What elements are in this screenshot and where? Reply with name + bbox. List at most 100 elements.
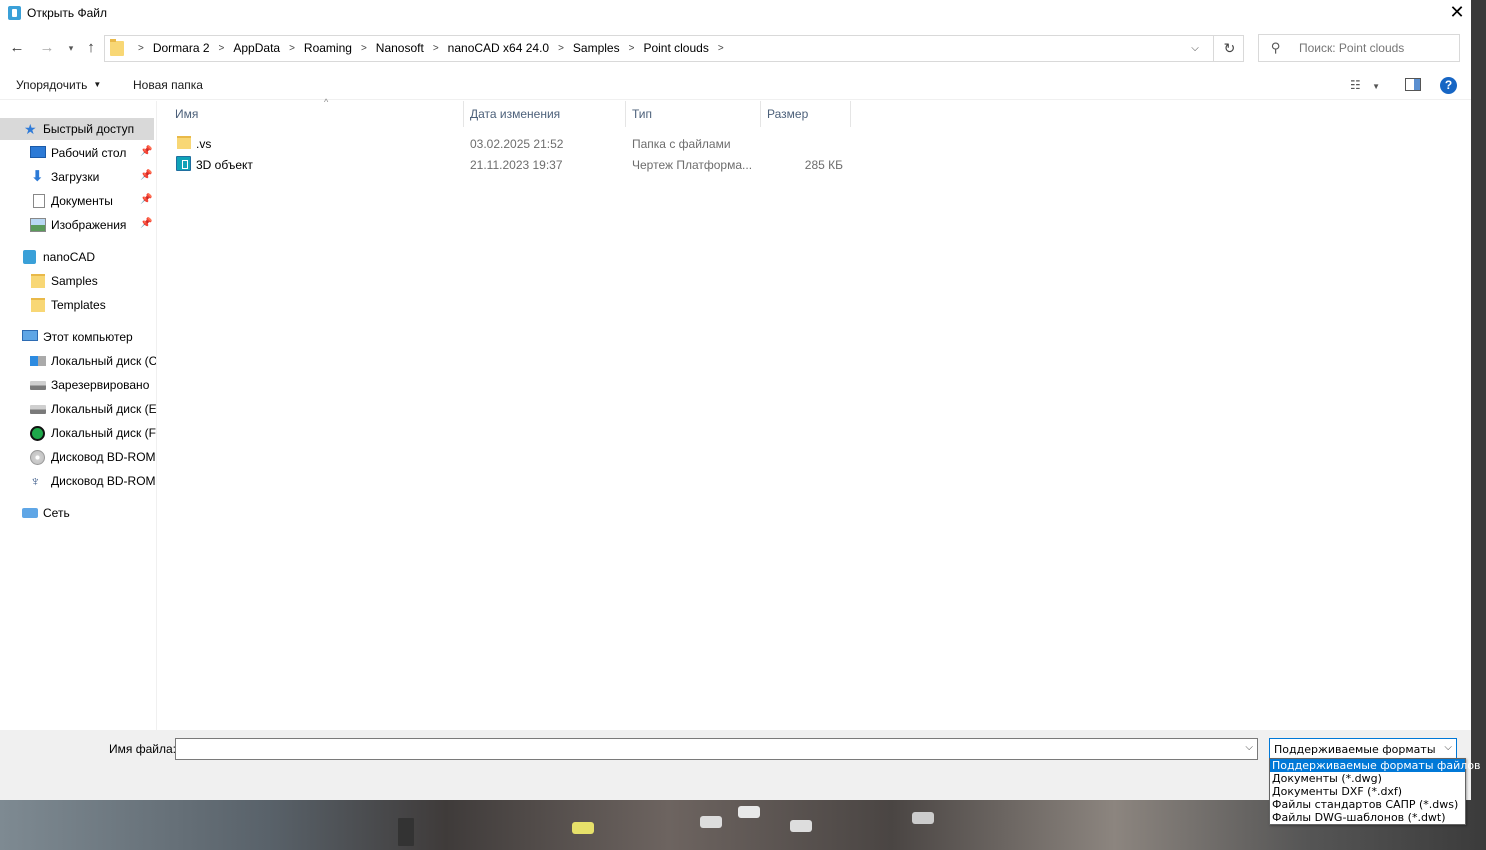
sort-ascending-icon: ^ (324, 97, 329, 107)
arrow-up-icon: ↑ (87, 39, 95, 56)
nav-disk-f[interactable]: Локальный диск (F (0, 422, 156, 444)
nav-desktop[interactable]: Рабочий стол 📌 (0, 142, 156, 164)
back-button[interactable]: ← (8, 38, 26, 58)
column-header-size[interactable]: Размер (761, 101, 851, 127)
nanocad-app-icon (8, 6, 21, 20)
breadcrumb-item[interactable]: Nanosoft (376, 41, 424, 55)
nav-images[interactable]: Изображения 📌 (0, 214, 156, 236)
nav-templates[interactable]: Templates (0, 294, 156, 316)
file-row[interactable]: .vs 03.02.2025 21:52 Папка с файлами (170, 133, 852, 154)
nav-samples[interactable]: Samples (0, 270, 156, 292)
filename-input[interactable] (180, 742, 1230, 756)
filetype-option[interactable]: Поддерживаемые форматы файлов (1270, 759, 1481, 772)
file-list[interactable]: Имя ^ Дата изменения Тип Размер .vs 03.0… (158, 97, 1471, 730)
system-drive-icon (30, 356, 46, 366)
new-folder-button[interactable]: Новая папка (133, 78, 203, 92)
nav-label: nanoCAD (43, 250, 96, 264)
game-disc-icon: ♆ (30, 473, 41, 489)
column-header-name[interactable]: Имя ^ (170, 97, 464, 127)
organize-button[interactable]: Упорядочить ▼ (16, 78, 101, 92)
nav-label: Дисковод BD-ROM (51, 450, 156, 464)
chevron-down-icon[interactable]: ⌵ (1444, 742, 1452, 753)
close-icon: ✕ (1449, 2, 1465, 22)
desktop-background (0, 800, 1486, 850)
search-input[interactable] (1299, 41, 1457, 55)
command-bar: Упорядочить ▼ Новая папка ☷ ▼ ? (0, 70, 1471, 100)
disc-icon (30, 450, 45, 465)
nav-reserved[interactable]: Зарезервировано (0, 374, 156, 396)
desktop-edge (1471, 0, 1486, 800)
address-history-button[interactable]: ⌵ (1187, 41, 1203, 57)
chevron-right-icon[interactable]: > (219, 43, 225, 54)
nav-disk-c[interactable]: Локальный диск (C (0, 350, 156, 372)
breadcrumb: > Dormara 2 > AppData > Roaming > Nanoso… (129, 41, 733, 55)
search-icon: ⚲ (1271, 40, 1281, 55)
file-name: 3D объект (196, 158, 253, 172)
filename-combobox[interactable]: ⌵ (175, 738, 1258, 760)
chevron-right-icon[interactable]: > (558, 43, 564, 54)
filetype-option[interactable]: Документы (*.dwg) (1270, 772, 1465, 785)
file-name: .vs (196, 137, 212, 151)
nav-downloads[interactable]: ⬇ Загрузки 📌 (0, 166, 156, 188)
forward-button[interactable]: → (38, 38, 56, 58)
file-date: 21.11.2023 19:37 (470, 158, 563, 172)
computer-icon (22, 330, 38, 341)
refresh-button[interactable]: ↻ (1213, 36, 1245, 61)
breadcrumb-item[interactable]: nanoCAD x64 24.0 (448, 41, 549, 55)
filetype-select[interactable]: Поддерживаемые форматы фа ⌵ (1269, 738, 1457, 760)
column-label: Тип (632, 107, 653, 121)
file-date: 03.02.2025 21:52 (470, 137, 564, 151)
nav-quick-access[interactable]: ★ Быстрый доступ (0, 118, 154, 140)
filetype-option[interactable]: Документы DXF (*.dxf) (1270, 785, 1465, 798)
network-icon (22, 508, 38, 518)
chevron-right-icon[interactable]: > (361, 43, 367, 54)
arrow-right-icon: → (39, 39, 55, 56)
column-header-type[interactable]: Тип (626, 101, 761, 127)
chevron-right-icon[interactable]: > (289, 43, 295, 54)
nav-bd-rom-1[interactable]: Дисковод BD-ROM (0, 446, 156, 468)
change-view-button[interactable]: ☷ ▼ (1350, 78, 1384, 94)
filetype-selected: Поддерживаемые форматы фа (1274, 743, 1438, 756)
arrow-left-icon: ← (9, 39, 25, 56)
nav-label: Локальный диск (F (51, 426, 156, 440)
address-bar[interactable]: > Dormara 2 > AppData > Roaming > Nanoso… (104, 35, 1244, 62)
close-button[interactable]: ✕ (1446, 3, 1468, 23)
breadcrumb-item[interactable]: Samples (573, 41, 620, 55)
filetype-option[interactable]: Файлы DWG-шаблонов (*.dwt) (1270, 811, 1465, 824)
breadcrumb-item[interactable]: Roaming (304, 41, 352, 55)
help-button[interactable]: ? (1440, 77, 1457, 94)
search-box[interactable]: ⚲ (1258, 34, 1460, 62)
breadcrumb-item[interactable]: Dormara 2 (153, 41, 210, 55)
caret-down-icon: ▼ (93, 80, 102, 89)
nav-this-pc[interactable]: Этот компьютер (0, 326, 156, 348)
navigation-pane[interactable]: ★ Быстрый доступ Рабочий стол 📌 ⬇ Загруз… (0, 101, 157, 730)
folder-icon (177, 136, 191, 149)
nav-label: Зарезервировано (51, 378, 150, 392)
window-title: Открыть Файл (27, 6, 107, 20)
column-header-date[interactable]: Дата изменения (464, 101, 626, 127)
nav-label: Локальный диск (E (51, 402, 157, 416)
chevron-right-icon[interactable]: > (629, 43, 635, 54)
filetype-option[interactable]: Файлы стандартов САПР (*.dws) (1270, 798, 1465, 811)
chevron-right-icon[interactable]: > (433, 43, 439, 54)
breadcrumb-item[interactable]: Point clouds (643, 41, 708, 55)
file-row[interactable]: 3D объект 21.11.2023 19:37 Чертеж Платфо… (170, 154, 852, 175)
nav-nanocad[interactable]: nanoCAD (0, 246, 156, 268)
recent-locations-button[interactable]: ▾ (62, 38, 80, 58)
column-label: Размер (767, 107, 809, 121)
chevron-down-icon[interactable]: ⌵ (1245, 742, 1253, 753)
nav-disk-e[interactable]: Локальный диск (E (0, 398, 157, 420)
nav-documents[interactable]: Документы 📌 (0, 190, 156, 212)
up-button[interactable]: ↑ (82, 38, 100, 58)
star-icon: ★ (24, 121, 37, 137)
nav-bd-rom-2[interactable]: ♆ Дисковод BD-ROM (0, 470, 156, 492)
filetype-dropdown-list[interactable]: Поддерживаемые форматы файлов Документы … (1269, 758, 1481, 825)
breadcrumb-item[interactable]: AppData (233, 41, 280, 55)
title-bar: Открыть Файл ✕ (0, 0, 1471, 26)
column-label: Имя (175, 107, 199, 121)
nav-network[interactable]: Сеть (0, 502, 156, 524)
preview-pane-button[interactable] (1405, 78, 1421, 91)
file-size: 285 КБ (804, 158, 843, 172)
refresh-icon: ↻ (1223, 40, 1236, 56)
chevron-right-icon[interactable]: > (718, 43, 724, 54)
